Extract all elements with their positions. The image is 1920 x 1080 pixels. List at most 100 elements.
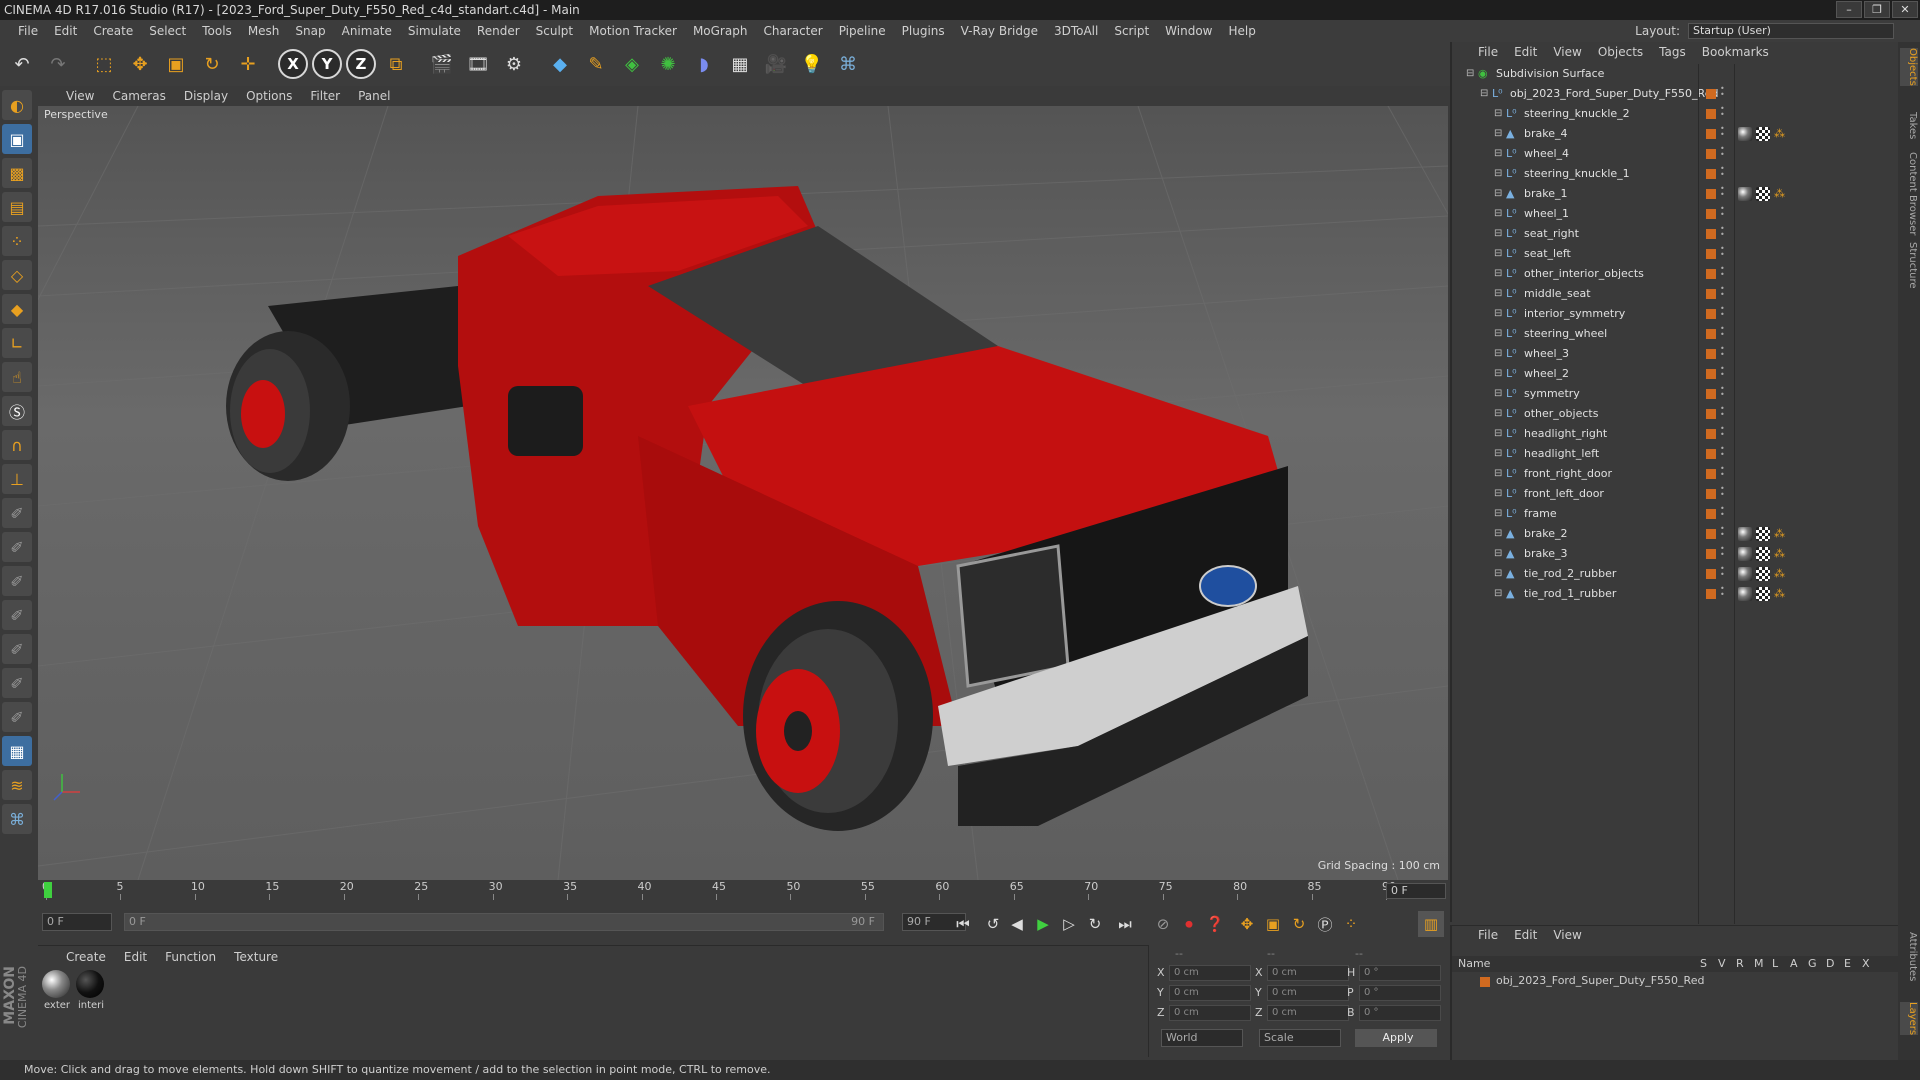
tab-takes[interactable]: Takes (1900, 112, 1918, 139)
expand-toggle-icon[interactable]: ⊟ (1494, 284, 1502, 304)
layer-color-swatch[interactable] (1706, 409, 1716, 419)
expand-toggle-icon[interactable]: ⊟ (1494, 584, 1502, 604)
viewport-menu-cameras[interactable]: Cameras (112, 89, 165, 103)
menu-tools[interactable]: Tools (194, 20, 240, 42)
position-field[interactable]: 0 cm (1169, 1005, 1251, 1021)
menu-3dtoall[interactable]: 3DToAll (1046, 20, 1106, 42)
layer-row[interactable]: obj_2023_Ford_Super_Duty_F550_Red (1466, 974, 1886, 990)
x-axis-lock-button[interactable]: X (278, 49, 308, 79)
render-picture-viewer-icon[interactable]: 🎞 (462, 48, 494, 80)
object-row[interactable]: ⊟ ▲ brake_1 • • ⁂ (1452, 184, 1900, 204)
object-row[interactable]: ⊟ L⁰ wheel_2 • • (1452, 364, 1900, 384)
material-menu-edit[interactable]: Edit (124, 950, 147, 964)
visibility-dots-icon[interactable]: • • (1720, 105, 1725, 119)
layer-grid-icon[interactable]: ▦ (2, 736, 32, 766)
step-back-icon[interactable]: ◀ (1004, 911, 1030, 937)
axis-mode-icon[interactable]: ∟ (2, 328, 32, 358)
move-icon[interactable]: ✥ (124, 48, 156, 80)
key-scale-icon[interactable]: ▣ (1260, 911, 1286, 937)
make-editable-icon[interactable]: ◐ (2, 90, 32, 120)
menu-plugins[interactable]: Plugins (894, 20, 953, 42)
object-row[interactable]: ⊟ L⁰ seat_right • • (1452, 224, 1900, 244)
layer-menu-view[interactable]: View (1553, 926, 1581, 944)
play-icon[interactable]: ▶ (1030, 911, 1056, 937)
object-row[interactable]: ⊟ ◉ Subdivision Surface (1452, 64, 1900, 84)
workplane-icon[interactable]: ▤ (2, 192, 32, 222)
rotation-field[interactable]: 0 ° (1359, 985, 1441, 1001)
layer-color-swatch[interactable] (1706, 289, 1716, 299)
sculpt-brush-7-icon[interactable]: ✐ (2, 702, 32, 732)
menu-snap[interactable]: Snap (287, 20, 333, 42)
menu-v-ray-bridge[interactable]: V-Ray Bridge (953, 20, 1046, 42)
layer-color-swatch[interactable] (1706, 489, 1716, 499)
floor-icon[interactable]: ▦ (724, 48, 756, 80)
object-row[interactable]: ⊟ L⁰ wheel_1 • • (1452, 204, 1900, 224)
expand-toggle-icon[interactable]: ⊟ (1494, 204, 1502, 224)
layer-color-swatch[interactable] (1706, 349, 1716, 359)
layer-color-swatch[interactable] (1706, 129, 1716, 139)
layer-color-swatch[interactable] (1706, 569, 1716, 579)
snap-icon[interactable]: Ⓢ (2, 396, 32, 426)
key-move-icon[interactable]: ✥ (1234, 911, 1260, 937)
cube-icon[interactable]: ◆ (544, 48, 576, 80)
light-icon[interactable]: 💡 (796, 48, 828, 80)
menu-create[interactable]: Create (85, 20, 141, 42)
layer-color-swatch[interactable] (1706, 469, 1716, 479)
phong-tag-icon[interactable]: ⁂ (1774, 124, 1785, 144)
rotation-field[interactable]: 0 ° (1359, 1005, 1441, 1021)
tweak-icon[interactable]: ☝ (2, 362, 32, 392)
layer-color-swatch[interactable] (1706, 269, 1716, 279)
visibility-dots-icon[interactable]: • • (1720, 325, 1725, 339)
position-field[interactable]: 0 cm (1169, 965, 1251, 981)
y-axis-lock-button[interactable]: Y (312, 49, 342, 79)
object-menu-view[interactable]: View (1553, 42, 1581, 62)
world-select[interactable]: World (1161, 1029, 1243, 1047)
step-forward-icon[interactable]: ▷ (1056, 911, 1082, 937)
object-row[interactable]: ⊟ L⁰ obj_2023_Ford_Super_Duty_F550_Red • • (1452, 84, 1900, 104)
object-menu-bookmarks[interactable]: Bookmarks (1702, 42, 1769, 62)
goto-start-icon[interactable]: ⏮ (950, 911, 976, 937)
visibility-dots-icon[interactable]: • • (1720, 245, 1725, 259)
expand-toggle-icon[interactable]: ⊟ (1494, 564, 1502, 584)
expand-toggle-icon[interactable]: ⊟ (1494, 104, 1502, 124)
expand-toggle-icon[interactable]: ⊟ (1494, 344, 1502, 364)
expand-toggle-icon[interactable]: ⊟ (1494, 164, 1502, 184)
expand-toggle-icon[interactable]: ⊟ (1494, 384, 1502, 404)
rotate-icon[interactable]: ↻ (196, 48, 228, 80)
object-row[interactable]: ⊟ L⁰ middle_seat • • (1452, 284, 1900, 304)
object-menu-edit[interactable]: Edit (1514, 42, 1537, 62)
object-row[interactable]: ⊟ L⁰ frame • • (1452, 504, 1900, 524)
undo-icon[interactable]: ↶ (6, 48, 38, 80)
menu-file[interactable]: File (10, 20, 46, 42)
visibility-dots-icon[interactable]: • • (1720, 445, 1725, 459)
phong-tag-icon[interactable]: ⁂ (1774, 184, 1785, 204)
material-tag-icon[interactable] (1738, 187, 1752, 201)
menu-render[interactable]: Render (469, 20, 528, 42)
viewport-menu-view[interactable]: View (66, 89, 94, 103)
visibility-dots-icon[interactable]: • • (1720, 205, 1725, 219)
sculpt-brush-1-icon[interactable]: ✐ (2, 498, 32, 528)
visibility-dots-icon[interactable]: • • (1720, 485, 1725, 499)
magnet-icon[interactable]: ∩ (2, 430, 32, 460)
visibility-dots-icon[interactable]: • • (1720, 225, 1725, 239)
expand-toggle-icon[interactable]: ⊟ (1494, 364, 1502, 384)
python-icon[interactable]: ⌘ (832, 48, 864, 80)
visibility-dots-icon[interactable]: • • (1720, 385, 1725, 399)
frame-range-slider[interactable]: 0 F 90 F (124, 913, 884, 931)
tab-layers[interactable]: Layers (1900, 1002, 1918, 1036)
phong-tag-icon[interactable]: ⁂ (1774, 584, 1785, 604)
sculpt-brush-5-icon[interactable]: ✐ (2, 634, 32, 664)
size-field[interactable]: 0 cm (1267, 965, 1349, 981)
tab-structure[interactable]: Structure (1900, 242, 1918, 289)
sculpt-brush-2-icon[interactable]: ✐ (2, 532, 32, 562)
menu-animate[interactable]: Animate (334, 20, 400, 42)
object-row[interactable]: ⊟ L⁰ front_right_door • • (1452, 464, 1900, 484)
material-tag-icon[interactable] (1738, 567, 1752, 581)
expand-toggle-icon[interactable]: ⊟ (1494, 144, 1502, 164)
visibility-dots-icon[interactable]: • • (1720, 345, 1725, 359)
visibility-dots-icon[interactable]: • • (1720, 545, 1725, 559)
object-row[interactable]: ⊟ ▲ tie_rod_1_rubber • • ⁂ (1452, 584, 1900, 604)
layer-color-swatch[interactable] (1706, 149, 1716, 159)
expand-toggle-icon[interactable]: ⊟ (1494, 224, 1502, 244)
visibility-dots-icon[interactable]: • • (1720, 285, 1725, 299)
